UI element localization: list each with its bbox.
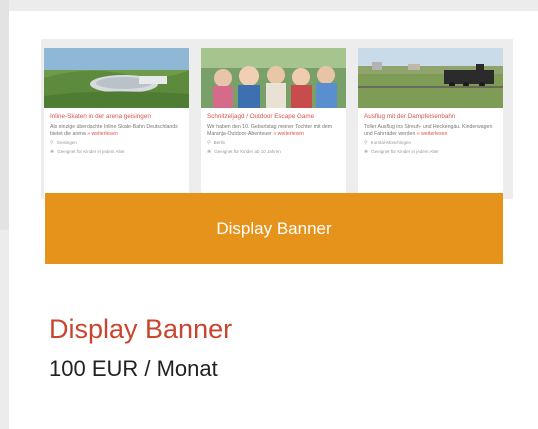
- display-banner-label: Display Banner: [216, 218, 332, 238]
- page-edge-shadow: [0, 0, 9, 230]
- activity-tile[interactable]: Schnitzeljagd / Outdoor Escape Game Wir …: [201, 48, 346, 202]
- tile-photo-kids: [201, 48, 346, 108]
- banner-preview-area: Inline-Skaten in der arena geisingen Als…: [41, 39, 513, 202]
- read-more-link[interactable]: » weiterlesen: [273, 131, 304, 137]
- tile-description: Wir haben den 10. Geburtstag meiner Toch…: [201, 121, 346, 137]
- child-icon: ❀: [50, 149, 55, 155]
- tile-description: Als einzige überdachte Inline Skate-Bahn…: [44, 121, 189, 137]
- product-card: Inline-Skaten in der arena geisingen Als…: [9, 11, 538, 429]
- tile-location: ⚲ Geisingen: [44, 137, 189, 146]
- display-banner[interactable]: Display Banner: [45, 193, 503, 264]
- read-more-link[interactable]: » weiterlesen: [417, 131, 448, 137]
- tile-description: Toller Ausflug ins Streuh- und Heckengäu…: [358, 121, 503, 137]
- tile-title[interactable]: Inline-Skaten in der arena geisingen: [44, 108, 189, 121]
- product-price: 100 EUR / Monat: [49, 356, 218, 381]
- map-pin-icon: ⚲: [364, 140, 368, 146]
- tile-photo-arena: [44, 48, 189, 108]
- child-icon: ❀: [207, 149, 212, 155]
- tile-location-text: Berlin: [213, 140, 226, 145]
- activity-tile[interactable]: Inline-Skaten in der arena geisingen Als…: [44, 48, 189, 202]
- activity-tile[interactable]: Ausflug mit der Dampfeisenbahn Toller Au…: [358, 48, 503, 202]
- tile-location: ⚲ Berlin: [201, 137, 346, 146]
- tile-title[interactable]: Schnitzeljagd / Outdoor Escape Game: [201, 108, 346, 121]
- read-more-link[interactable]: » weiterlesen: [87, 131, 118, 137]
- child-icon: ❀: [364, 149, 369, 155]
- tile-age: ❀ Geeignet für Kinder ab 10 Jahren: [201, 146, 346, 155]
- tile-photo-train: [358, 48, 503, 108]
- tile-title[interactable]: Ausflug mit der Dampfeisenbahn: [358, 108, 503, 121]
- map-pin-icon: ⚲: [50, 140, 54, 146]
- tile-age-text: Geeignet für Kinder in jedem Alter: [371, 149, 439, 154]
- tile-location: ⚲ Korntal-Münchingen: [358, 137, 503, 146]
- tile-age-text: Geeignet für Kinder ab 10 Jahren: [214, 149, 281, 154]
- tile-description-text: Wir haben den 10. Geburtstag meiner Toch…: [207, 124, 333, 137]
- tile-age: ❀ Geeignet für Kinder in jedem Alter: [358, 146, 503, 155]
- product-title: Display Banner: [49, 314, 233, 344]
- tile-age: ❀ Geeignet für Kinder in jedem Alter: [44, 146, 189, 155]
- map-pin-icon: ⚲: [207, 140, 211, 146]
- tile-location-text: Korntal-Münchingen: [370, 140, 411, 145]
- tile-location-text: Geisingen: [56, 140, 77, 145]
- tile-age-text: Geeignet für Kinder in jedem Alter: [57, 149, 125, 154]
